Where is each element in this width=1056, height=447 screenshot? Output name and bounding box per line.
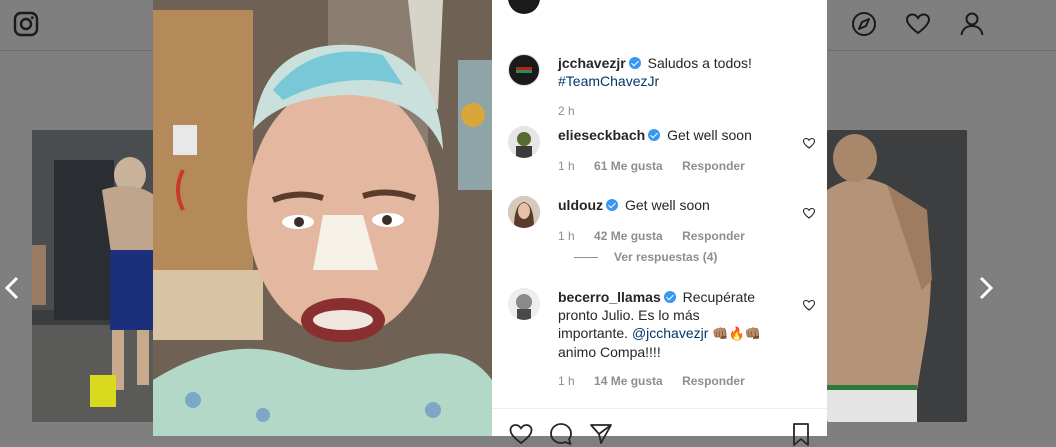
verified-badge-icon	[663, 291, 676, 303]
commenter-avatar[interactable]	[508, 196, 540, 228]
post-action-bar	[492, 408, 827, 446]
commenter-avatar[interactable]	[508, 126, 540, 158]
next-arrow-icon[interactable]	[974, 272, 998, 304]
author-username[interactable]: jcchavezjr	[558, 55, 626, 71]
next-post-preview[interactable]	[827, 130, 967, 422]
reply-button[interactable]: Responder	[682, 159, 745, 173]
post-caption: jcchavezjr Saludos a todos! #TeamChavezJ…	[508, 54, 818, 118]
reply-button[interactable]: Responder	[682, 229, 745, 243]
reply-button[interactable]: Responder	[682, 374, 745, 388]
post-author-avatar-top[interactable]	[508, 0, 540, 14]
save-bookmark-icon[interactable]	[788, 421, 814, 447]
previous-post-image	[32, 130, 154, 422]
user-icon[interactable]	[958, 10, 986, 38]
heart-icon[interactable]	[904, 10, 932, 38]
comment-text-line4: animo Compa!!!!	[558, 344, 661, 360]
author-avatar[interactable]	[508, 54, 540, 86]
comment-time[interactable]: 1 h	[558, 229, 575, 243]
commenter-username[interactable]: becerro_llamas	[558, 289, 661, 305]
like-heart-icon[interactable]	[508, 421, 534, 447]
share-send-icon[interactable]	[588, 421, 614, 447]
comment-likes[interactable]: 61 Me gusta	[594, 159, 663, 173]
comment-like-heart-icon[interactable]	[802, 136, 816, 150]
next-post-image	[827, 130, 967, 422]
comment-likes[interactable]: 14 Me gusta	[594, 374, 663, 388]
comment-bubble-icon[interactable]	[548, 421, 574, 447]
post-details-panel: jcchavezjr Saludos a todos! #TeamChavezJ…	[492, 0, 827, 446]
comment-text-line3: importante.	[558, 325, 629, 341]
commenter-username[interactable]: uldouz	[558, 197, 603, 213]
comment-like-heart-icon[interactable]	[802, 298, 816, 312]
comment-time[interactable]: 1 h	[558, 374, 575, 388]
comment-text: Get well soon	[667, 127, 752, 143]
previous-arrow-icon[interactable]	[0, 272, 24, 304]
comment-likes[interactable]: 42 Me gusta	[594, 229, 663, 243]
comment-like-heart-icon[interactable]	[802, 206, 816, 220]
commenter-username[interactable]: elieseckbach	[558, 127, 645, 143]
post-photo	[153, 0, 492, 436]
comment-text-line2: pronto Julio. Es lo más	[558, 307, 700, 323]
comment-item: elieseckbach Get well soon 1 h 61 Me gus…	[508, 126, 818, 186]
comment-item: uldouz Get well soon 1 h 42 Me gusta Res…	[508, 196, 818, 276]
comment-mention[interactable]: @jcchavezjr	[632, 325, 708, 341]
caption-time[interactable]: 2 h	[558, 104, 575, 118]
comment-text-line1: Recupérate	[682, 289, 756, 305]
compass-icon[interactable]	[850, 10, 878, 38]
comment-emoji: 👊🏽🔥👊🏽	[712, 326, 761, 341]
instagram-logo-icon[interactable]	[12, 10, 40, 38]
view-replies-button[interactable]: Ver respuestas (4)	[574, 250, 717, 264]
verified-badge-icon	[606, 199, 619, 211]
verified-badge-icon	[628, 57, 641, 69]
caption-text: Saludos a todos!	[647, 55, 752, 71]
caption-hashtag[interactable]: #TeamChavezJr	[558, 73, 659, 89]
comment-time[interactable]: 1 h	[558, 159, 575, 173]
post-media[interactable]	[153, 0, 492, 436]
comment-item: becerro_llamas Recupérate pronto Julio. …	[508, 288, 818, 398]
previous-post-preview[interactable]	[32, 130, 154, 422]
comment-text: Get well soon	[625, 197, 710, 213]
commenter-avatar[interactable]	[508, 288, 540, 320]
verified-badge-icon	[648, 129, 661, 141]
